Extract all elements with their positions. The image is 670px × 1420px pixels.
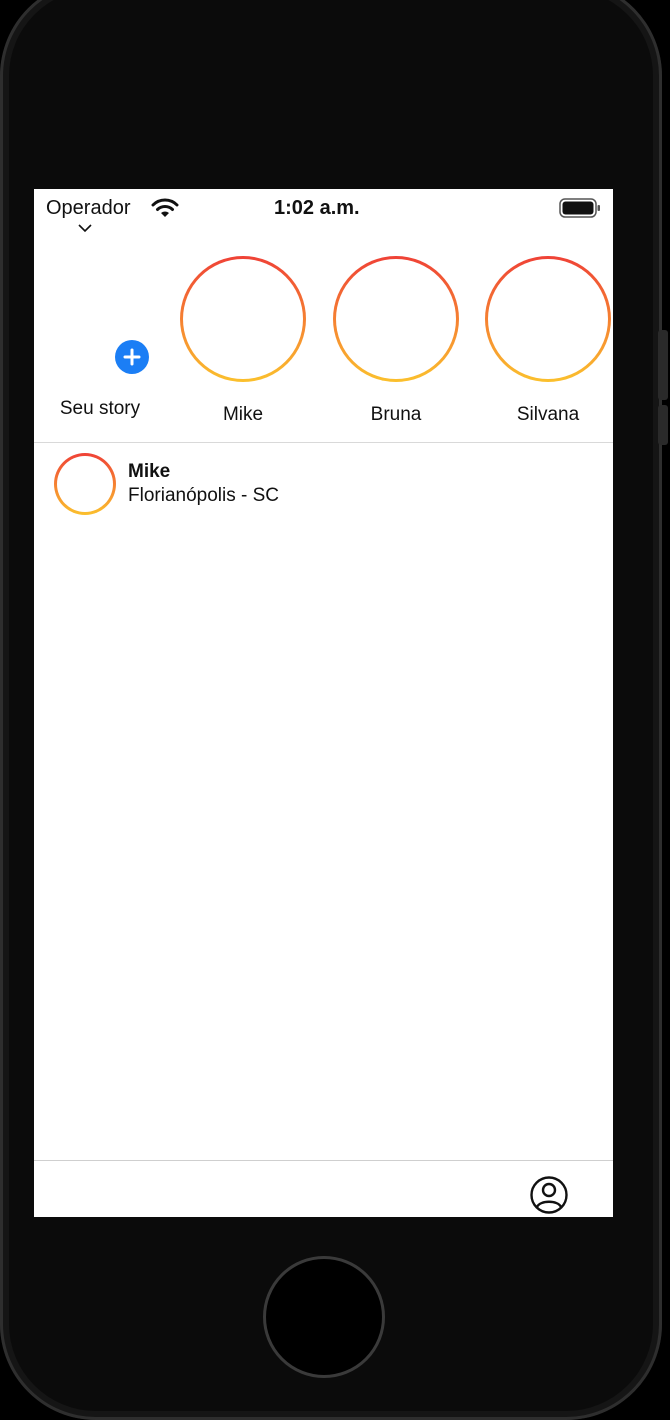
post-author-name[interactable]: Mike: [128, 461, 170, 483]
tab-bar-divider: [34, 1160, 613, 1161]
story-avatar-ring[interactable]: [333, 256, 459, 382]
status-time: 1:02 a.m.: [274, 197, 360, 219]
stories-carousel[interactable]: Seu story Mike Bruna Silvana: [34, 244, 613, 434]
story-avatar-ring[interactable]: [485, 256, 611, 382]
feed-post-header[interactable]: Mike Florianópolis - SC: [34, 451, 613, 521]
story-item-silvana[interactable]: Silvana: [482, 256, 613, 426]
status-bar: Operador 1:02 a.m.: [34, 189, 613, 233]
story-avatar-ring[interactable]: [180, 256, 306, 382]
story-label: Bruna: [370, 404, 422, 425]
side-button: [658, 330, 668, 400]
chevron-down-icon[interactable]: [77, 223, 93, 233]
battery-icon: [559, 198, 600, 218]
story-label: Silvana: [516, 404, 580, 425]
plus-icon: [123, 348, 141, 366]
add-story-button[interactable]: [115, 340, 149, 374]
side-button: [658, 405, 668, 445]
post-avatar[interactable]: [54, 453, 116, 515]
post-location: Florianópolis - SC: [128, 485, 279, 506]
story-item-mike[interactable]: Mike: [177, 256, 309, 426]
story-label: Mike: [222, 404, 264, 425]
carrier-name: Operador: [46, 197, 131, 219]
wifi-icon: [151, 198, 179, 217]
phone-screen: Operador 1:02 a.m. Seu story Mike Bruna …: [34, 189, 613, 1217]
story-label: Seu story: [59, 398, 141, 419]
person-circle-icon[interactable]: [529, 1175, 569, 1217]
story-item-own[interactable]: Seu story: [34, 256, 166, 426]
stories-divider: [34, 442, 613, 443]
home-button[interactable]: [263, 1256, 385, 1378]
story-item-bruna[interactable]: Bruna: [330, 256, 462, 426]
